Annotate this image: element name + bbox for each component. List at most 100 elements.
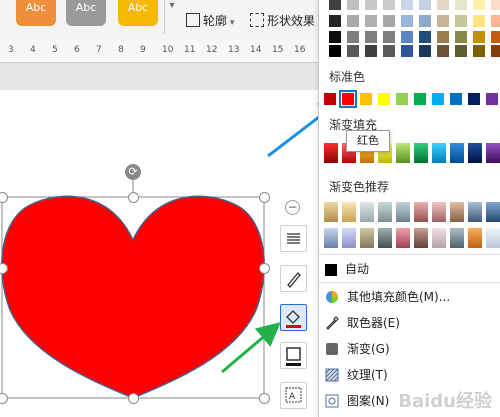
gradient-recommend-swatch[interactable] — [486, 202, 500, 222]
theme-color-swatch[interactable] — [437, 15, 449, 27]
gradient-fill-swatch[interactable] — [432, 143, 446, 163]
theme-color-swatch[interactable] — [401, 15, 413, 27]
standard-color-swatch[interactable] — [378, 93, 390, 105]
theme-color-swatch[interactable] — [365, 15, 377, 27]
gradient-recommend-swatch[interactable] — [378, 228, 392, 248]
menu-item-label: 图案(N) — [347, 394, 390, 408]
theme-color-swatch[interactable] — [329, 45, 341, 57]
theme-color-swatch[interactable] — [329, 15, 341, 27]
green-arrow-icon — [221, 322, 281, 374]
gradient-icon — [325, 341, 339, 355]
theme-color-swatch[interactable] — [401, 0, 413, 10]
color-tooltip: 红色 — [346, 130, 390, 152]
menu-item[interactable]: 取色器(E) — [325, 312, 400, 334]
menu-item-label: 取色器(E) — [347, 316, 400, 330]
theme-color-swatch[interactable] — [419, 45, 431, 57]
theme-color-swatch[interactable] — [401, 31, 413, 43]
gradient-recommend-swatch[interactable] — [342, 202, 356, 222]
standard-color-swatch[interactable] — [450, 93, 462, 105]
gradient-recommend-swatch[interactable] — [378, 202, 392, 222]
gradient-recommend-swatch[interactable] — [450, 202, 464, 222]
theme-color-swatch[interactable] — [347, 0, 359, 10]
standard-color-swatch[interactable] — [396, 93, 408, 105]
theme-color-swatch[interactable] — [473, 0, 485, 10]
theme-color-swatch[interactable] — [437, 45, 449, 57]
gradient-recommend-swatch[interactable] — [360, 202, 374, 222]
gradient-recommend-swatch[interactable] — [396, 228, 410, 248]
theme-color-swatch[interactable] — [329, 0, 341, 10]
theme-color-swatch[interactable] — [347, 45, 359, 57]
gradient-recommend-swatch[interactable] — [342, 228, 356, 248]
theme-color-swatch[interactable] — [419, 15, 431, 27]
theme-color-swatch[interactable] — [455, 45, 467, 57]
theme-color-swatch[interactable] — [491, 0, 500, 10]
theme-color-swatch[interactable] — [473, 15, 485, 27]
standard-color-swatch-red[interactable] — [339, 90, 357, 108]
theme-color-swatch[interactable] — [365, 45, 377, 57]
theme-color-swatch[interactable] — [473, 31, 485, 43]
theme-color-swatch[interactable] — [491, 31, 500, 43]
gradient-recommend-swatch[interactable] — [432, 202, 446, 222]
theme-color-swatch[interactable] — [347, 31, 359, 43]
theme-color-swatch[interactable] — [419, 31, 431, 43]
gradient-recommend-swatch[interactable] — [324, 202, 338, 222]
theme-color-swatch[interactable] — [491, 45, 500, 57]
theme-color-swatch[interactable] — [383, 45, 395, 57]
gradient-recommend-swatch[interactable] — [360, 228, 374, 248]
theme-color-swatch[interactable] — [437, 31, 449, 43]
theme-color-swatch[interactable] — [383, 15, 395, 27]
theme-color-swatch[interactable] — [383, 0, 395, 10]
theme-color-swatch[interactable] — [365, 31, 377, 43]
standard-color-swatch[interactable] — [324, 93, 336, 105]
gradient-recommend-swatch[interactable] — [414, 228, 428, 248]
eyedropper-icon — [325, 315, 339, 330]
auto-swatch — [325, 264, 337, 276]
gradient-recommend-swatch[interactable] — [468, 202, 482, 222]
theme-color-swatch[interactable] — [347, 15, 359, 27]
menu-item-label: 其他填充颜色(M)... — [347, 290, 451, 304]
standard-color-swatch[interactable] — [468, 93, 480, 105]
theme-color-swatch[interactable] — [329, 31, 341, 43]
standard-color-swatch[interactable] — [486, 93, 498, 105]
menu-item[interactable]: 图案(N) — [325, 390, 389, 412]
color-wheel-icon — [325, 289, 339, 303]
gradient-recommend-swatch[interactable] — [324, 228, 338, 248]
theme-color-swatch[interactable] — [455, 0, 467, 10]
texture-icon — [325, 367, 339, 382]
standard-colors-title: 标准色 — [329, 70, 366, 84]
gradient-recommend-swatch[interactable] — [468, 228, 482, 248]
theme-color-swatch[interactable] — [437, 0, 449, 10]
gradient-fill-swatch[interactable] — [324, 143, 338, 163]
gradient-fill-swatch[interactable] — [396, 143, 410, 163]
gradient-fill-swatch[interactable] — [486, 143, 500, 163]
theme-color-swatch[interactable] — [383, 31, 395, 43]
theme-color-swatch[interactable] — [491, 15, 500, 27]
gradient-recommend-swatch[interactable] — [396, 202, 410, 222]
theme-color-swatch[interactable] — [473, 45, 485, 57]
gradient-recommend-title: 渐变色推荐 — [329, 180, 390, 194]
gradient-recommend-swatch[interactable] — [486, 228, 500, 248]
standard-color-swatch[interactable] — [432, 93, 444, 105]
auto-color-item[interactable]: 自动 — [325, 258, 369, 280]
theme-color-swatch[interactable] — [365, 0, 377, 10]
standard-color-swatch[interactable] — [414, 93, 426, 105]
menu-item-label: 纹理(T) — [347, 368, 388, 382]
menu-item[interactable]: 其他填充颜色(M)... — [325, 286, 450, 308]
watermark: Baidu经验 — [398, 391, 492, 412]
pattern-icon — [325, 393, 339, 408]
gradient-fill-swatch[interactable] — [414, 143, 428, 163]
menu-item[interactable]: 纹理(T) — [325, 364, 388, 386]
theme-color-swatch[interactable] — [419, 0, 431, 10]
gradient-recommend-swatch[interactable] — [432, 228, 446, 248]
divider — [319, 282, 500, 283]
gradient-recommend-swatch[interactable] — [414, 202, 428, 222]
theme-color-swatch[interactable] — [455, 31, 467, 43]
theme-color-swatch[interactable] — [455, 15, 467, 27]
gradient-fill-swatch[interactable] — [450, 143, 464, 163]
theme-color-swatch[interactable] — [401, 45, 413, 57]
gradient-fill-swatch[interactable] — [468, 143, 482, 163]
auto-label: 自动 — [345, 262, 370, 276]
standard-color-swatch[interactable] — [360, 93, 372, 105]
gradient-recommend-swatch[interactable] — [450, 228, 464, 248]
menu-item[interactable]: 渐变(G) — [325, 338, 390, 360]
